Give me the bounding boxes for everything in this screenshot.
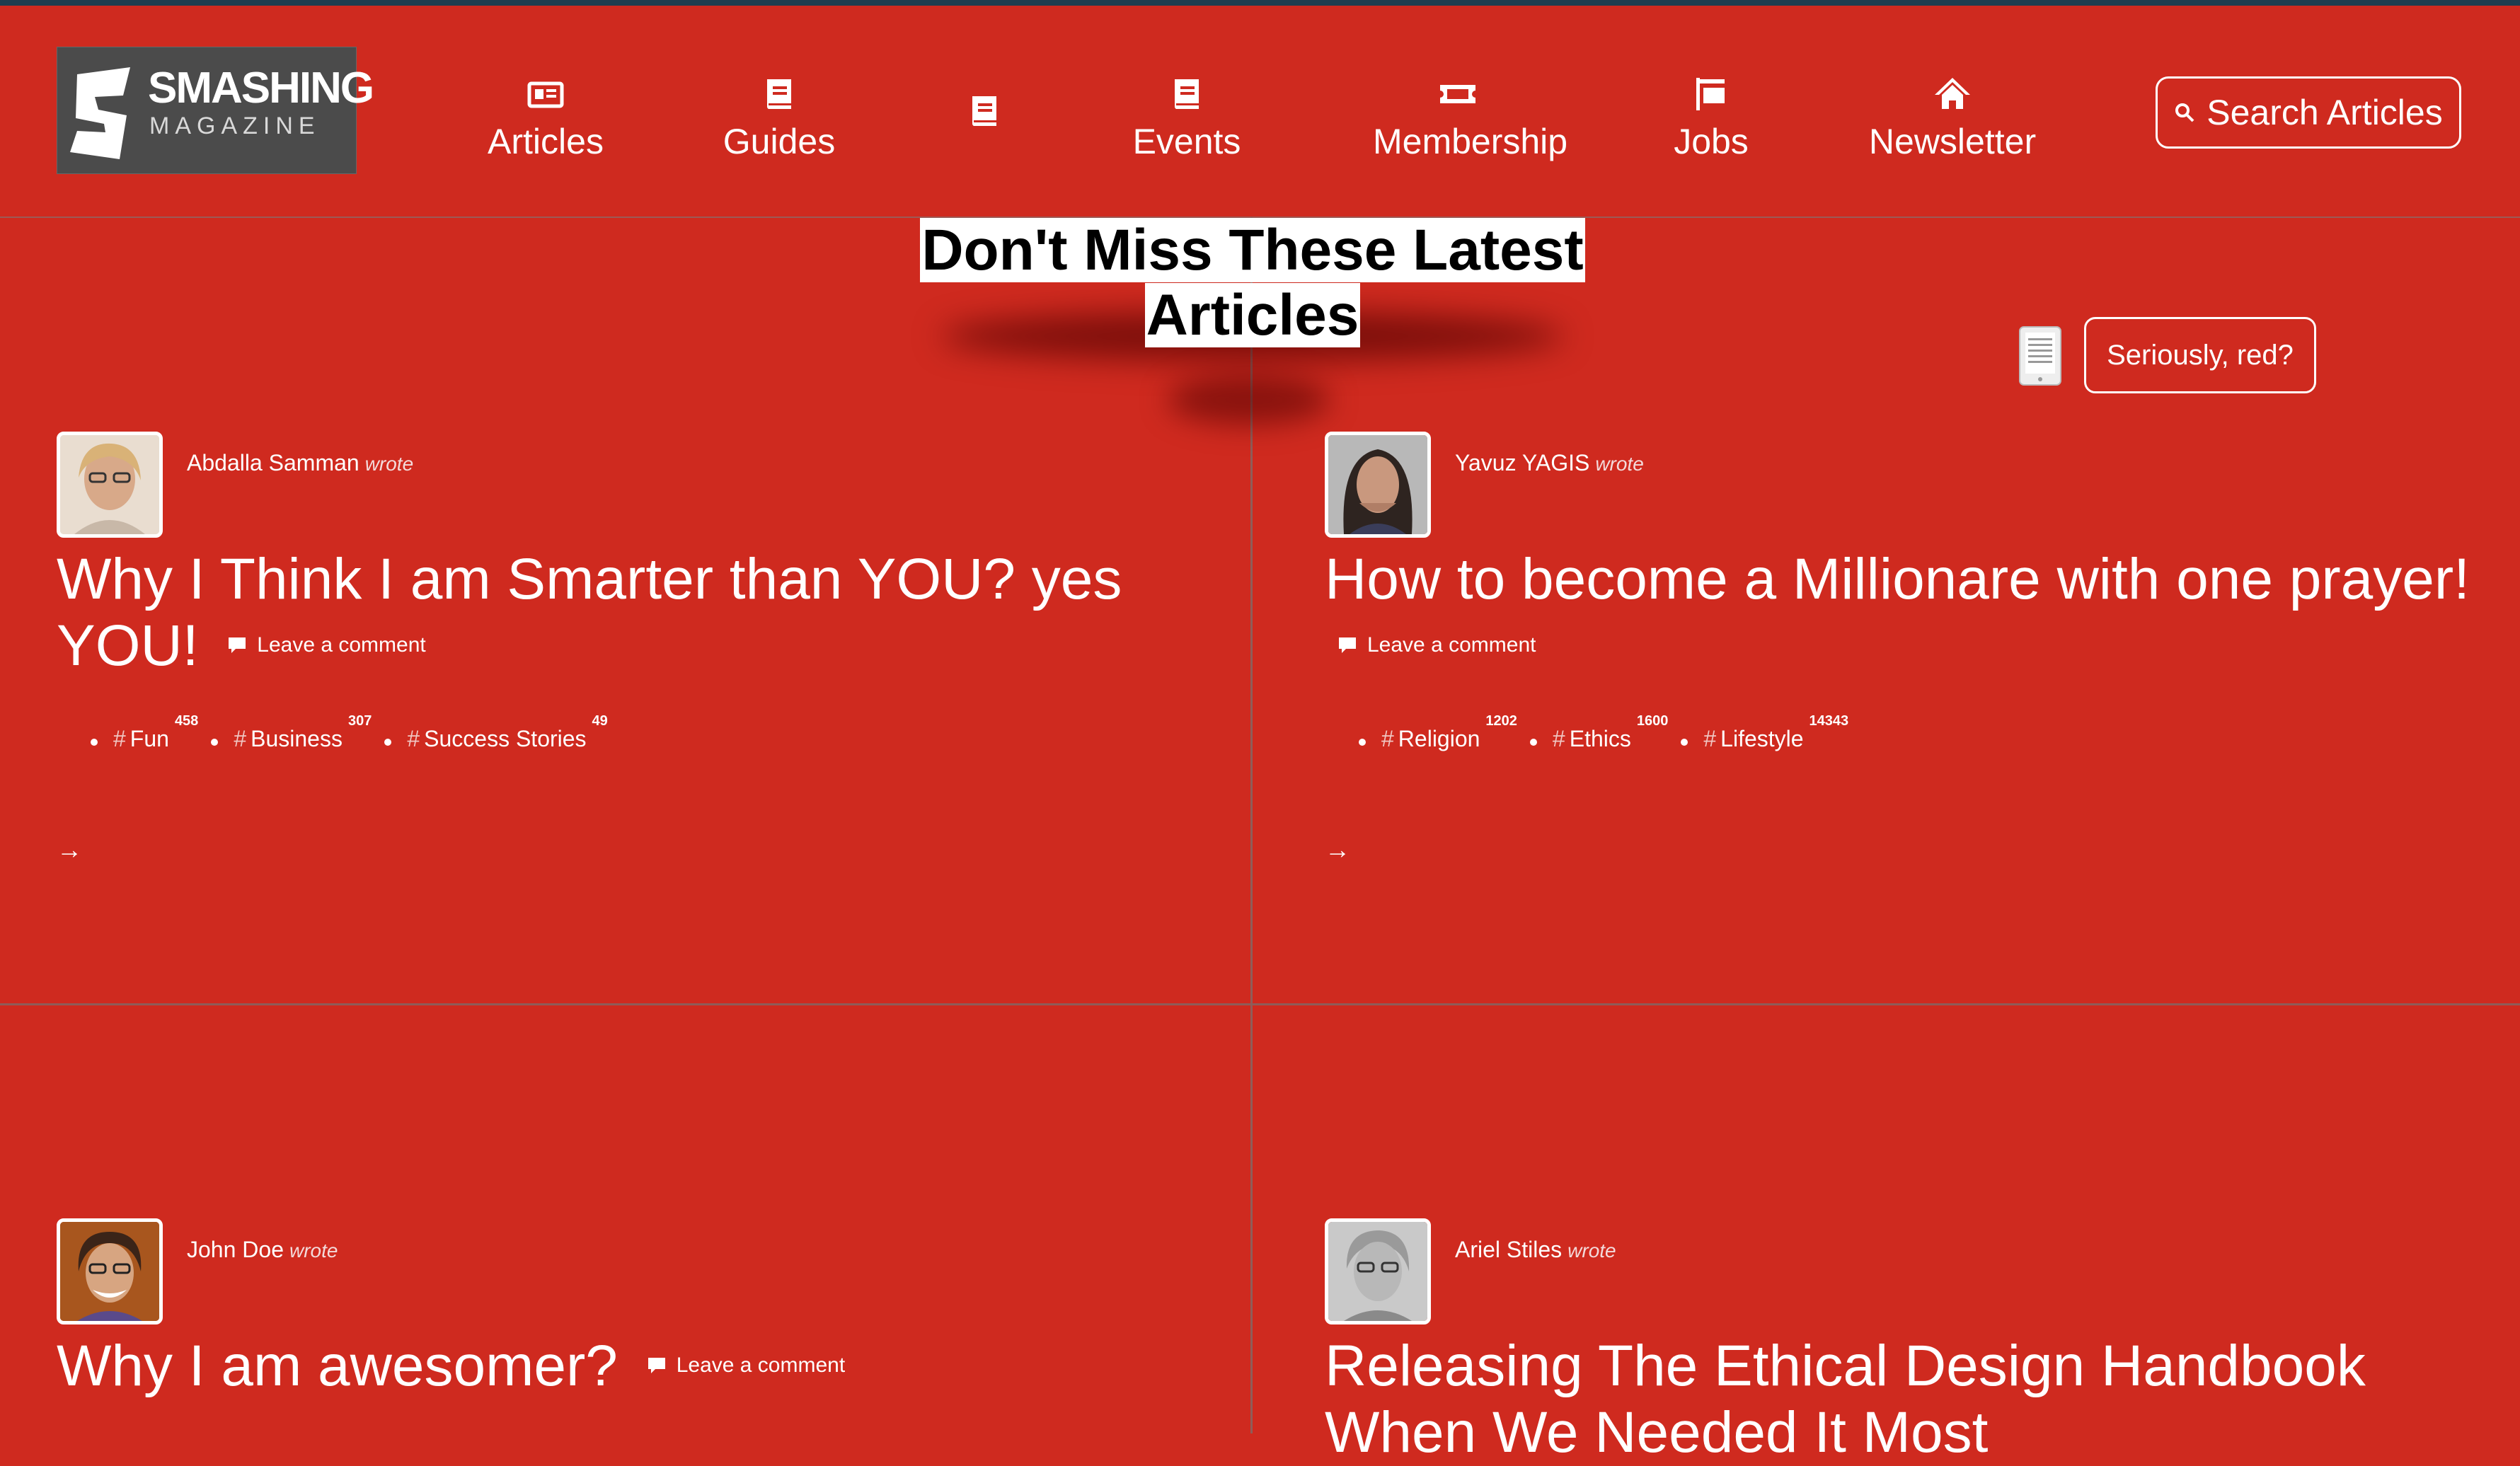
nav-label: Newsletter <box>1868 122 2037 161</box>
tag-count: 14343 <box>1809 713 1849 729</box>
nav-jobs[interactable]: Jobs <box>1626 74 1796 163</box>
nav-newsletter[interactable]: Newsletter <box>1868 74 2037 163</box>
book-icon <box>1174 79 1199 109</box>
tag-item[interactable]: # Lifestyle 14343 <box>1681 713 1848 752</box>
read-more-arrow-icon[interactable]: → <box>57 835 82 865</box>
author-name[interactable]: Yavuz YAGIS <box>1455 450 1589 475</box>
nav-label: Guides <box>723 122 836 161</box>
article-title[interactable]: Why I Think I am Smarter than YOU? yes Y… <box>57 546 1217 683</box>
author-name[interactable]: Ariel Stiles <box>1455 1237 1562 1262</box>
article-title[interactable]: Releasing The Ethical Design Handbook Wh… <box>1325 1333 2485 1466</box>
avatar-photo <box>60 1222 159 1321</box>
nav-label: Jobs <box>1674 122 1749 161</box>
author-name[interactable]: John Doe <box>187 1237 284 1262</box>
newspaper-icon <box>527 81 564 108</box>
heading-line: Don't Miss These Latest <box>920 218 1585 282</box>
row-divider <box>0 1003 2520 1005</box>
article-title-text[interactable]: Releasing The Ethical Design Handbook Wh… <box>1325 1334 2366 1465</box>
heading-line: Articles <box>1144 283 1361 347</box>
tag-count: 1600 <box>1636 713 1669 729</box>
tag-name: Success Stories <box>424 726 587 751</box>
nav-book[interactable] <box>899 91 1069 137</box>
tag-item[interactable]: # Religion 1202 <box>1359 713 1517 752</box>
heading-shadow <box>1168 375 1330 425</box>
logo-subtitle: MAGAZINE <box>149 112 321 139</box>
nav-membership[interactable]: Membership <box>1373 74 1568 163</box>
home-icon <box>1935 78 1970 109</box>
wrote-label: wrote <box>289 1240 338 1262</box>
nav-label: Membership <box>1373 122 1568 161</box>
tag-name: Lifestyle <box>1720 726 1804 751</box>
logo-title: SMASHING <box>148 64 374 112</box>
tag-count: 307 <box>347 713 372 729</box>
comment-label: Leave a comment <box>257 633 426 657</box>
avatar[interactable] <box>1325 432 1431 538</box>
author-line: John Doe wrote <box>187 1237 338 1263</box>
tag-name: Fun <box>130 726 169 751</box>
nav-label: Events <box>1132 122 1241 161</box>
tag-name: Ethics <box>1569 726 1631 751</box>
search-icon <box>2175 103 2194 122</box>
comment-icon <box>648 1358 665 1374</box>
flag-icon <box>1696 78 1725 110</box>
wrote-label: wrote <box>1595 453 1644 475</box>
author-line: Ariel Stiles wrote <box>1455 1237 1616 1263</box>
book-icon <box>766 79 791 109</box>
tag-count: 458 <box>174 713 199 729</box>
avatar-photo <box>1328 1222 1427 1321</box>
comment-link[interactable]: Leave a comment <box>227 612 426 679</box>
author-line: Abdalla Samman wrote <box>187 450 413 476</box>
red-theme-toggle[interactable]: Seriously, red? <box>2084 317 2316 393</box>
comment-icon <box>229 637 246 654</box>
avatar[interactable] <box>57 1218 163 1324</box>
comment-link[interactable]: Leave a comment <box>647 1332 845 1399</box>
tablet-icon[interactable] <box>2018 325 2062 386</box>
wrote-label: wrote <box>1567 1240 1616 1262</box>
article-title[interactable]: Why I am awesomer? Leave a comment <box>57 1333 1217 1403</box>
tag-name: Business <box>251 726 343 751</box>
smashing-logo[interactable]: SMASHING MAGAZINE <box>57 47 374 174</box>
tag-item[interactable]: # Business 307 <box>211 713 372 752</box>
comment-link[interactable]: Leave a comment <box>1337 612 1536 679</box>
avatar-photo <box>1328 435 1427 534</box>
tag-count: 1202 <box>1485 713 1517 729</box>
tag-list: # Fun 458 # Business 307 # Success Stories 49 <box>91 713 608 752</box>
tag-count: 49 <box>592 713 608 729</box>
read-more-arrow-icon[interactable]: → <box>1325 835 1350 865</box>
author-name[interactable]: Abdalla Samman <box>187 450 359 475</box>
tag-name: Religion <box>1398 726 1480 751</box>
book-icon <box>972 96 996 126</box>
nav-events[interactable]: Events <box>1102 74 1272 163</box>
author-line: Yavuz YAGIS wrote <box>1455 450 1644 476</box>
tag-list: # Religion 1202 # Ethics 1600 # Lifestyle 1434… <box>1359 713 1848 752</box>
search-label: Search Articles <box>2207 93 2443 132</box>
article-title-text[interactable]: How to become a Millionare with one pray… <box>1325 547 2470 611</box>
wrote-label: wrote <box>364 453 414 475</box>
tag-item[interactable]: # Success Stories 49 <box>384 713 608 752</box>
site-header: SMASHING MAGAZINE Articles Guides Events… <box>0 6 2520 218</box>
top-strip <box>0 0 2520 6</box>
article-title-text[interactable]: Why I am awesomer? <box>57 1334 618 1398</box>
avatar-photo <box>60 435 159 534</box>
avatar[interactable] <box>1325 1218 1431 1324</box>
logo-s-icon <box>70 67 130 159</box>
article-title[interactable]: How to become a Millionare with one pray… <box>1325 546 2485 683</box>
ticket-icon <box>1440 85 1475 103</box>
comment-label: Leave a comment <box>676 1354 846 1378</box>
comment-label: Leave a comment <box>1367 633 1536 657</box>
article-title-text[interactable]: Why I Think I am Smarter than YOU? yes Y… <box>57 547 1122 678</box>
section-heading: Don't Miss These Latest Articles <box>913 218 1592 348</box>
tag-item[interactable]: # Fun 458 <box>91 713 198 752</box>
nav-label: Articles <box>488 122 604 161</box>
comment-icon <box>1339 637 1356 654</box>
avatar[interactable] <box>57 432 163 538</box>
nav-articles[interactable]: Articles <box>461 74 631 163</box>
nav-guides[interactable]: Guides <box>694 74 864 163</box>
search-button[interactable]: Search Articles <box>2156 76 2461 149</box>
tag-item[interactable]: # Ethics 1600 <box>1529 713 1668 752</box>
